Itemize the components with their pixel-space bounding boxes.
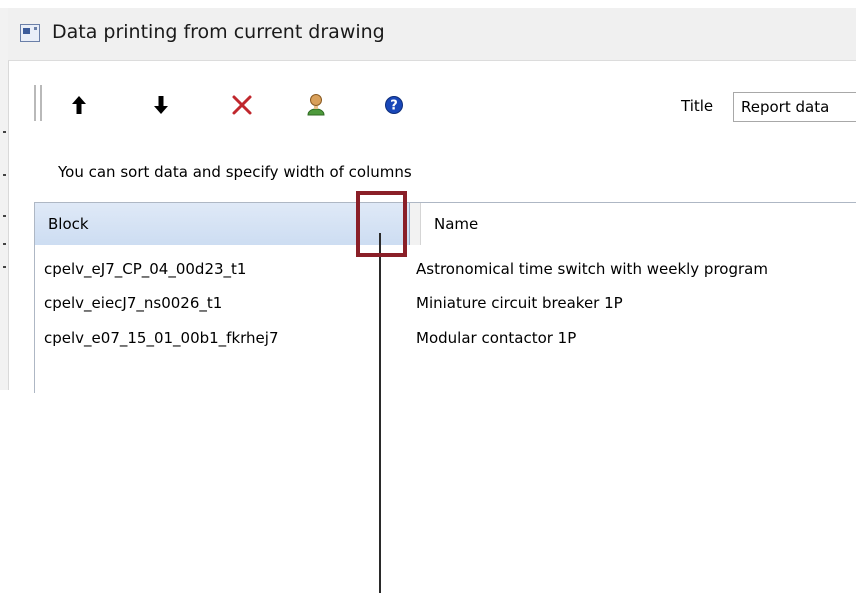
title-label: Title (681, 97, 714, 115)
user-icon (307, 94, 325, 116)
title-bar[interactable]: Data printing from current drawing (8, 8, 856, 61)
user-button[interactable] (299, 88, 333, 122)
data-list-view[interactable]: Block Name cpelv_eJ7_CP_04_00d23_t1 Astr… (34, 202, 856, 593)
arrow-up-icon (72, 96, 86, 114)
column-resize-gap[interactable] (410, 203, 420, 245)
column-resize-guide-line[interactable] (379, 233, 381, 593)
edge-mark (3, 131, 6, 133)
table-row[interactable]: cpelv_eiecJ7_ns0026_t1 Miniature circuit… (35, 289, 856, 317)
sort-hint-text: You can sort data and specify width of c… (58, 163, 412, 181)
column-header-label: Block (48, 215, 89, 233)
name-cell: Miniature circuit breaker 1P (416, 294, 623, 312)
edge-mark (3, 243, 6, 245)
arrow-down-icon (154, 96, 168, 114)
app-window-icon (20, 24, 40, 42)
delete-button[interactable] (225, 88, 259, 122)
table-row[interactable]: cpelv_eJ7_CP_04_00d23_t1 Astronomical ti… (35, 255, 856, 283)
name-cell: Modular contactor 1P (416, 329, 577, 347)
move-down-button[interactable] (144, 88, 178, 122)
edge-mark (3, 174, 6, 176)
report-title-input[interactable] (733, 92, 856, 122)
edge-mark (3, 215, 6, 217)
toolbar-grip-handle[interactable] (34, 85, 42, 121)
column-header-label: Name (434, 215, 479, 233)
table-row[interactable]: cpelv_e07_15_01_00b1_fkrhej7 Modular con… (35, 324, 856, 352)
window-title: Data printing from current drawing (52, 21, 385, 43)
move-up-button[interactable] (62, 88, 96, 122)
list-header: Block Name (35, 203, 856, 245)
svg-text:?: ? (390, 99, 398, 114)
block-cell: cpelv_e07_15_01_00b1_fkrhej7 (44, 329, 279, 347)
column-divider-highlight (356, 191, 407, 257)
block-cell: cpelv_eiecJ7_ns0026_t1 (44, 294, 223, 312)
column-header-block[interactable]: Block (35, 203, 410, 245)
block-cell: cpelv_eJ7_CP_04_00d23_t1 (44, 260, 247, 278)
help-icon: ? (385, 96, 403, 114)
red-x-icon (232, 95, 252, 115)
name-cell: Astronomical time switch with weekly pro… (416, 260, 768, 278)
help-button[interactable]: ? (377, 88, 411, 122)
column-header-name[interactable]: Name (420, 203, 856, 245)
edge-mark (3, 266, 6, 268)
window-left-border (0, 8, 9, 390)
